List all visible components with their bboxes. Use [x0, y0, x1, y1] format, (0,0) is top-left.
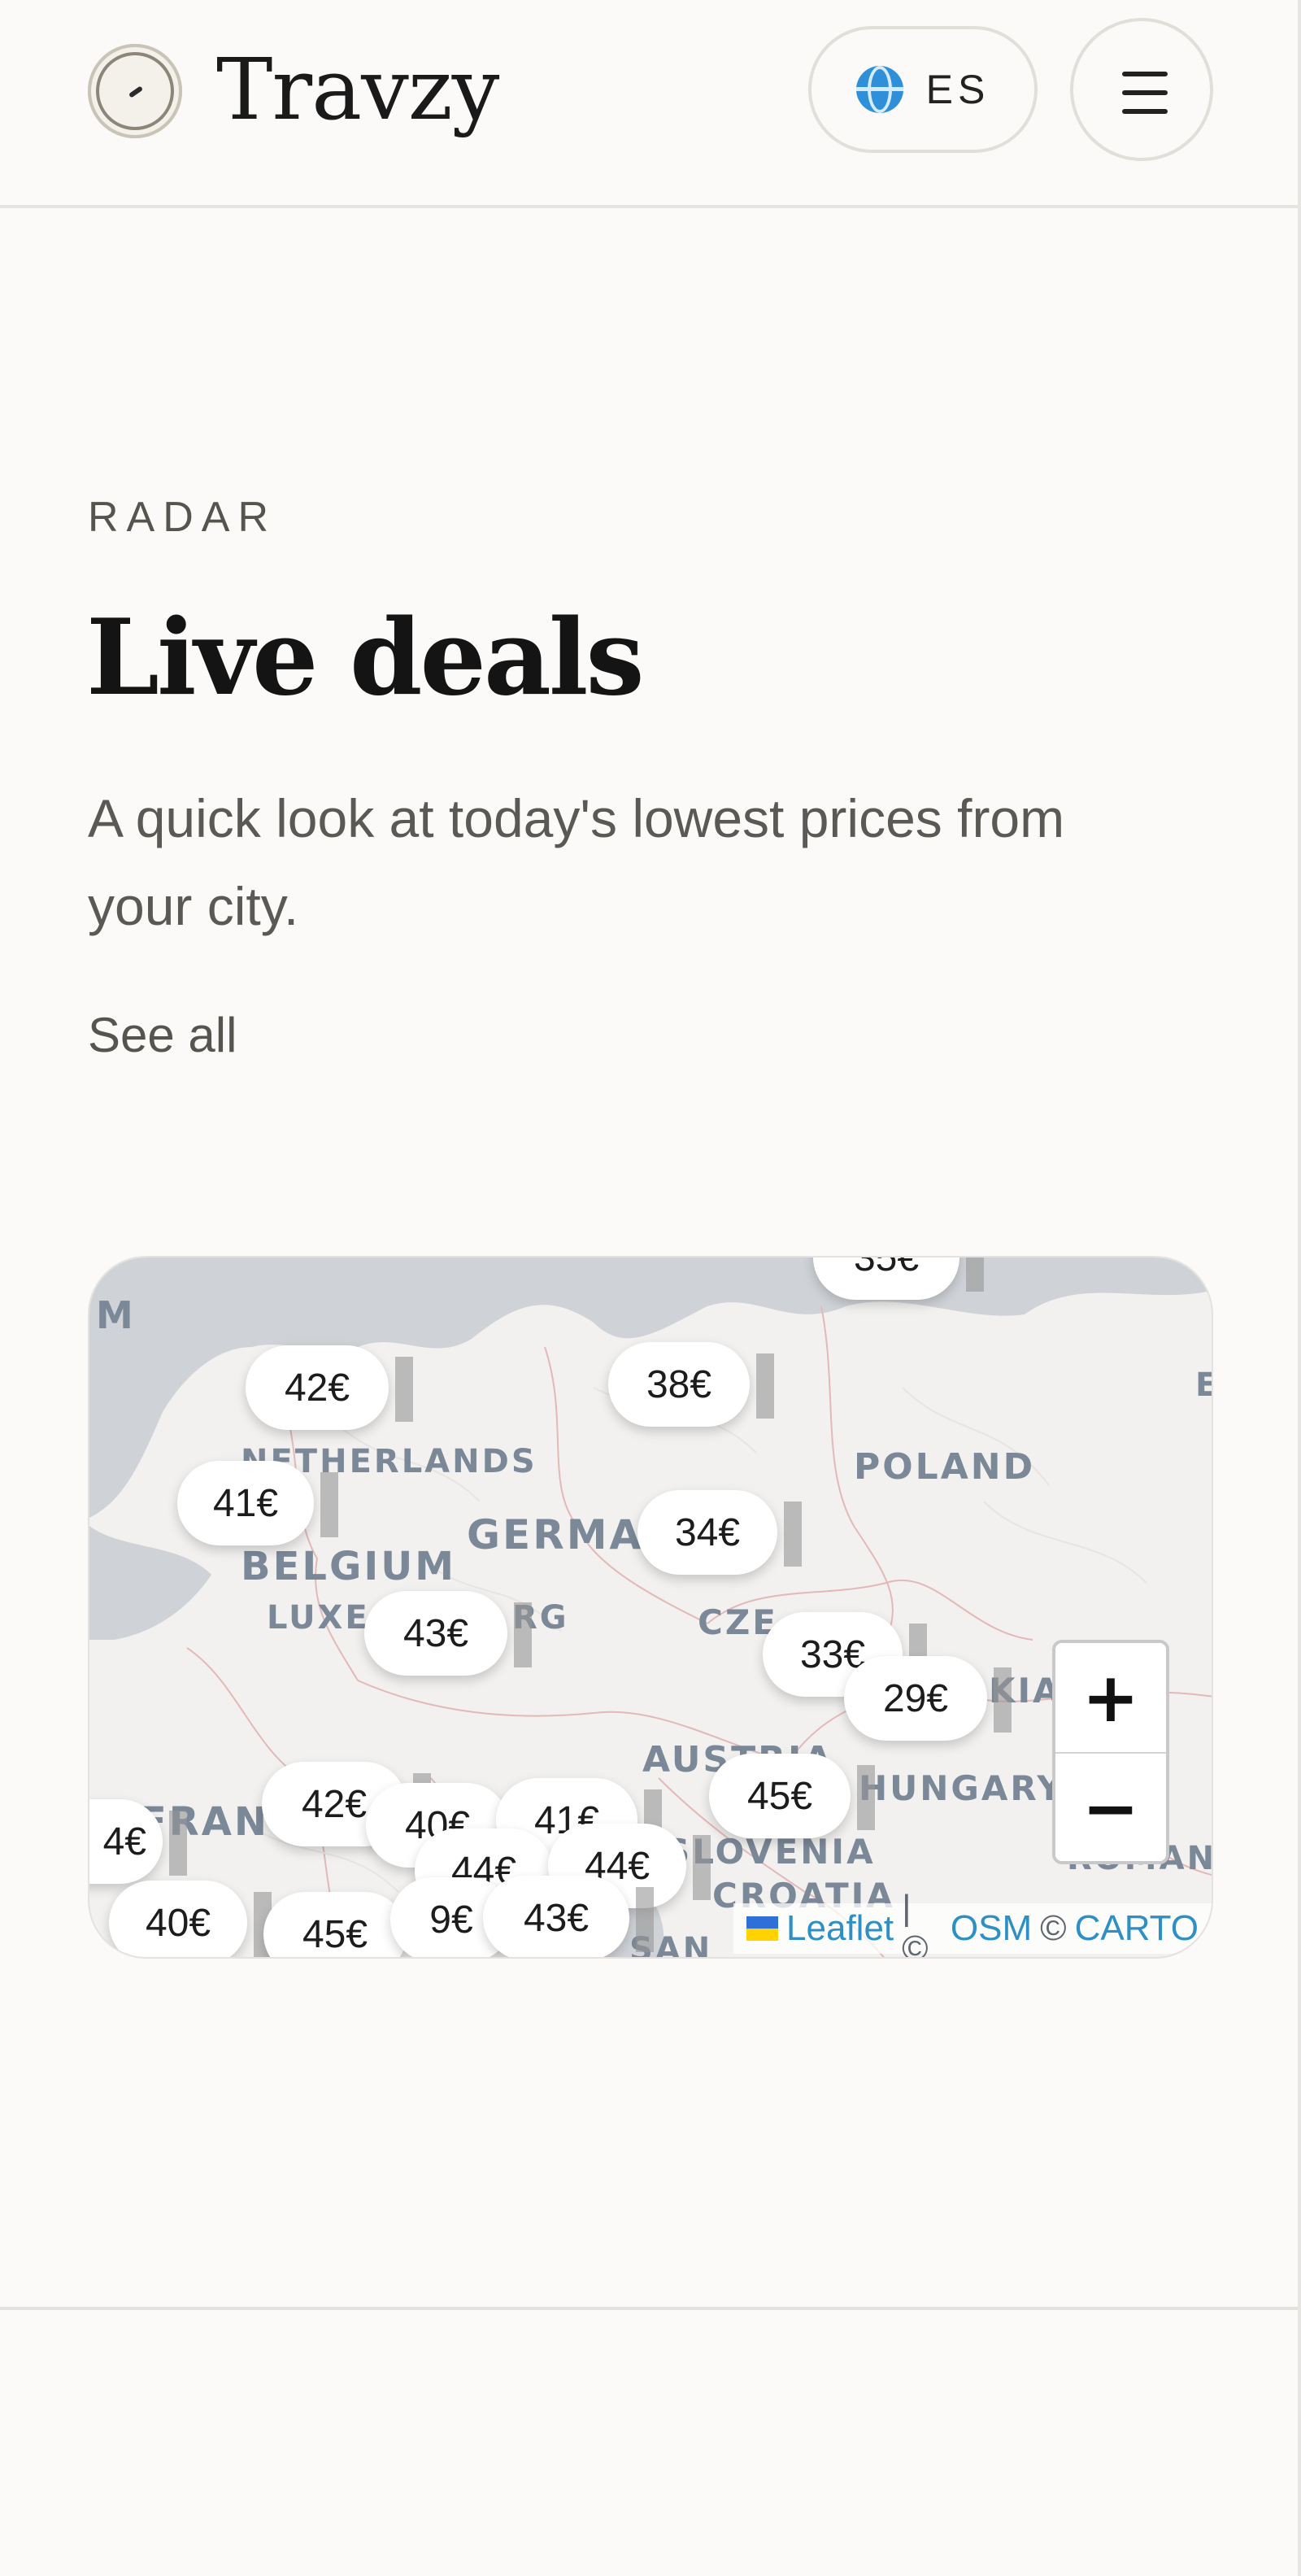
site-header: Travzy ES [0, 0, 1301, 208]
ukraine-flag-icon [746, 1916, 779, 1941]
page-edge [1298, 0, 1301, 2576]
menu-button[interactable] [1070, 18, 1213, 161]
brand-name[interactable]: Travzy [216, 41, 499, 138]
osm-link[interactable]: OSM [951, 1908, 1032, 1949]
price-pin[interactable]: 45€ [709, 1754, 875, 1838]
country-label: M [96, 1293, 136, 1337]
see-all-link[interactable]: See all [88, 1007, 237, 1063]
compass-needle [128, 85, 144, 98]
compass-logo-icon[interactable] [88, 44, 182, 138]
zoom-in-button[interactable]: + [1055, 1643, 1166, 1752]
page-title: Live deals [86, 597, 645, 719]
country-label: POLAND [854, 1446, 1036, 1488]
leaflet-link[interactable]: Leaflet [786, 1908, 894, 1949]
section-subtitle: A quick look at today's lowest prices fr… [88, 788, 1065, 936]
attribution-separator: | © [902, 1888, 929, 1959]
globe-icon [855, 66, 903, 113]
price-pin[interactable]: 38€ [608, 1342, 774, 1427]
attribution-copyright: © [1040, 1908, 1067, 1948]
language-switch-button[interactable]: ES [808, 26, 1038, 153]
deals-map[interactable]: M NETHERLANDS BELGIUM LUXE RG GERMA POLA… [88, 1256, 1213, 1959]
map-attribution: Leaflet | © OSM © CARTO [733, 1888, 1212, 1957]
country-label: GERMA [467, 1511, 644, 1558]
price-pin[interactable]: 43€ [483, 1876, 654, 1957]
price-pin[interactable]: 40€ [109, 1881, 272, 1957]
footer-divider [0, 2307, 1301, 2310]
language-label: ES [925, 67, 990, 112]
zoom-out-button[interactable]: − [1055, 1754, 1166, 1861]
country-label: BELGIUM [241, 1544, 456, 1589]
country-label: E [1195, 1366, 1212, 1404]
price-pin[interactable]: 35€ [813, 1257, 984, 1300]
section-eyebrow: RADAR [88, 494, 277, 541]
country-label: LUXE [267, 1599, 370, 1637]
price-pin[interactable]: 41€ [177, 1461, 338, 1545]
carto-link[interactable]: CARTO [1075, 1908, 1199, 1949]
price-pin[interactable]: 29€ [844, 1656, 1012, 1741]
country-label: HUNGARY [859, 1768, 1064, 1808]
price-pin[interactable]: 34€ [637, 1490, 802, 1575]
price-pin[interactable]: 42€ [246, 1345, 413, 1430]
price-pin[interactable]: 43€ [364, 1591, 532, 1676]
zoom-control: + − [1052, 1640, 1169, 1864]
price-pin[interactable]: 45€ [263, 1892, 431, 1957]
